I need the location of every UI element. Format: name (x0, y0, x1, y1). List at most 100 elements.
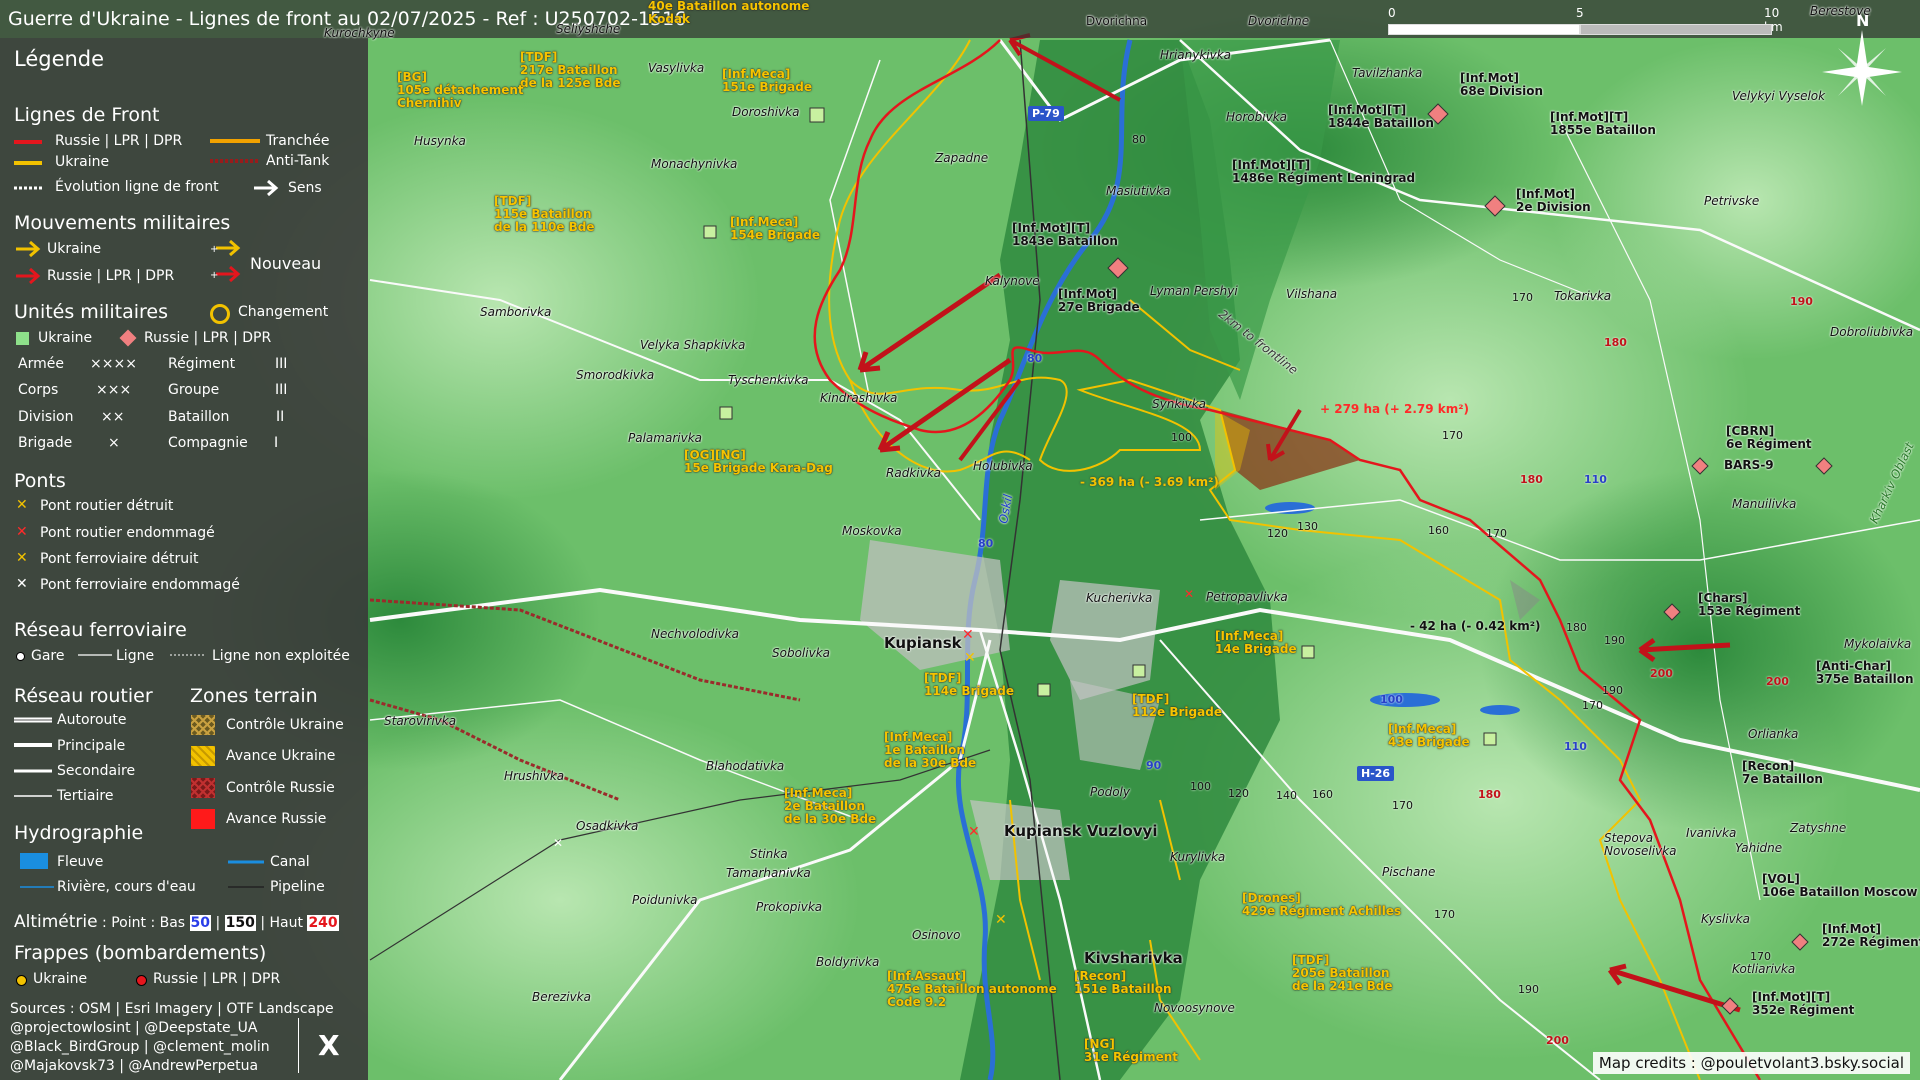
elevation-label: 190 (1604, 634, 1625, 647)
place-label: Seliyshche (556, 22, 621, 36)
elevation-label: 110 (1564, 740, 1587, 753)
legend-move-ukraine: Ukraine (47, 241, 102, 257)
place-label: Osadkivka (576, 819, 639, 833)
place-label: Osinovo (912, 928, 961, 942)
place-label: Kotliarivka (1732, 962, 1796, 976)
unit-label: [Recon] 151e Bataillon (1074, 969, 1172, 996)
place-label: Kurochkyne (324, 26, 395, 40)
place-label: Nechvolodivka (651, 627, 740, 641)
legend-bridge-2: Pont ferroviaire détruit (40, 551, 199, 567)
place-label: Vilshana (1286, 287, 1338, 301)
place-label: Hrianykivka (1160, 48, 1232, 62)
elevation-label: 140 (1276, 789, 1297, 802)
unit-label: [Inf.Meca] 1e Bataillon de la 30e Bde (884, 730, 977, 770)
place-label: Pischane (1382, 865, 1436, 879)
place-label: Kurylivka (1170, 850, 1226, 864)
station-dot-icon (16, 652, 25, 661)
russia-move-arrow-icon (16, 267, 41, 285)
unit-label: [TDF] 115e Bataillon de la 110e Bde (494, 194, 595, 234)
legend-title: Légende (14, 47, 105, 71)
place-label: Yahidne (1735, 841, 1783, 855)
unit-label: [Drones] 429e Régiment Achilles (1242, 891, 1402, 918)
place-label: Hrushivka (504, 769, 565, 783)
strike-ukraine-dot-icon (16, 975, 27, 986)
x-logo-icon[interactable]: X (318, 1029, 340, 1062)
place-label: Moskovka (842, 524, 902, 538)
road-tertiary-icon (14, 795, 52, 797)
svg-text:✕: ✕ (553, 836, 563, 850)
unit-label: [Inf.Meca] 154e Brigade (730, 215, 820, 242)
legend-move-russia: Russie | LPR | DPR (47, 268, 175, 284)
map-credits: Map credits : @pouletvolant3.bsky.social (1592, 1052, 1910, 1074)
unit-label: 40e Bataillon autonome Kodak (648, 0, 810, 26)
legend-bridge-3: Pont ferroviaire endommagé (40, 577, 240, 593)
elevation-label: 100 (1190, 780, 1211, 793)
change-annotation: - 42 ha (- 0.42 km²) (1410, 619, 1541, 633)
terrain-ukraine-advance-icon (191, 746, 215, 766)
place-label: Velykyi Vyselok (1732, 89, 1826, 103)
legend-bridge-0: Pont routier détruit (40, 498, 174, 514)
sources-divider (298, 1018, 299, 1073)
place-label: Blahodativka (706, 759, 785, 773)
unit-label: [Inf.Assaut] 475e Bataillon autonome Code … (887, 969, 1057, 1009)
place-label: Zapadne (935, 151, 989, 165)
unit-label: [CBRN] 6e Régiment (1726, 424, 1812, 451)
sources-line-3: @Majakovsk73 | @AndrewPerpetua (10, 1058, 259, 1074)
unit-label: [TDF] 112e Brigade (1132, 692, 1222, 719)
altimetry-low: 50 (189, 915, 212, 931)
svg-text:✕: ✕ (1184, 587, 1194, 601)
place-label: Kivsharivka (1084, 949, 1183, 967)
place-label: Tokarivka (1554, 289, 1612, 303)
canal-line-icon (228, 860, 264, 864)
elevation-label: 120 (1267, 527, 1288, 540)
scale-bar-segment-1 (1388, 24, 1580, 35)
place-label: Masiutivka (1106, 184, 1171, 198)
echelon-army: Armée (18, 356, 64, 372)
altimetry-heading: Altimétrie (14, 912, 98, 932)
place-label: Dobroliubivka (1830, 325, 1914, 339)
unit-label: [Chars] 153e Régiment (1698, 591, 1801, 618)
change-circle-icon (210, 304, 230, 324)
legend-roads-heading: Réseau routier (14, 685, 153, 707)
elevation-label: 170 (1486, 527, 1507, 540)
legend-terrain-1: Avance Ukraine (226, 748, 336, 764)
russia-unit-diamond-icon (119, 329, 137, 347)
elevation-label: 80 (978, 537, 994, 550)
place-label: Horobivka (1226, 110, 1287, 124)
legend-front-antitank: Anti-Tank (266, 153, 330, 169)
place-label: Orlianka (1748, 727, 1799, 741)
legend-road-3: Tertiaire (57, 788, 114, 804)
place-label: Vasylivka (648, 61, 705, 75)
elevation-label: 180 (1478, 788, 1501, 801)
legend-front-evolution: Évolution ligne de front (55, 179, 219, 195)
legend-rail-station: Gare (31, 648, 65, 664)
legend-hydro-canal: Canal (270, 854, 310, 870)
echelon-regiment-symbol: III (275, 356, 288, 372)
elevation-label: 80 (1132, 133, 1146, 146)
place-label: Samborivka (480, 305, 552, 319)
legend-rail-heading: Réseau ferroviaire (14, 619, 187, 641)
place-label: Kucherivka (1086, 591, 1153, 605)
road-tag: H-26 (1357, 766, 1395, 781)
svg-text:✕: ✕ (995, 912, 1007, 928)
legend-road-0: Autoroute (57, 712, 127, 728)
echelon-company-symbol: I (274, 435, 279, 451)
legend-terrain-2: Contrôle Russie (226, 780, 335, 796)
place-label: Tamarhanivka (726, 866, 811, 880)
place-label: Manuilivka (1732, 497, 1797, 511)
legend-strikes-russia: Russie | LPR | DPR (153, 971, 281, 987)
legend-units-russia: Russie | LPR | DPR (144, 330, 272, 346)
svg-text:+: + (210, 244, 218, 255)
legend-hydro-pipeline: Pipeline (270, 879, 325, 895)
bridge-road-destroyed-icon: ✕ (16, 497, 28, 513)
unit-label: [Inf.Meca] 151e Brigade (722, 67, 812, 94)
legend-panel: Légende Lignes de Front Russie | LPR | D… (0, 38, 368, 1080)
elevation-label: 110 (1584, 473, 1607, 486)
sources-line-1: @projectowlosint | @Deepstate_UA (10, 1020, 258, 1036)
place-label: Berezivka (532, 990, 591, 1004)
altimetry-mid: 150 (224, 915, 256, 931)
echelon-division: Division (18, 409, 74, 425)
sources-line-0: Sources : OSM | Esri Imagery | OTF Lands… (10, 1001, 334, 1017)
place-label: Kindrashivka (820, 391, 898, 405)
elevation-label: 170 (1434, 908, 1455, 921)
